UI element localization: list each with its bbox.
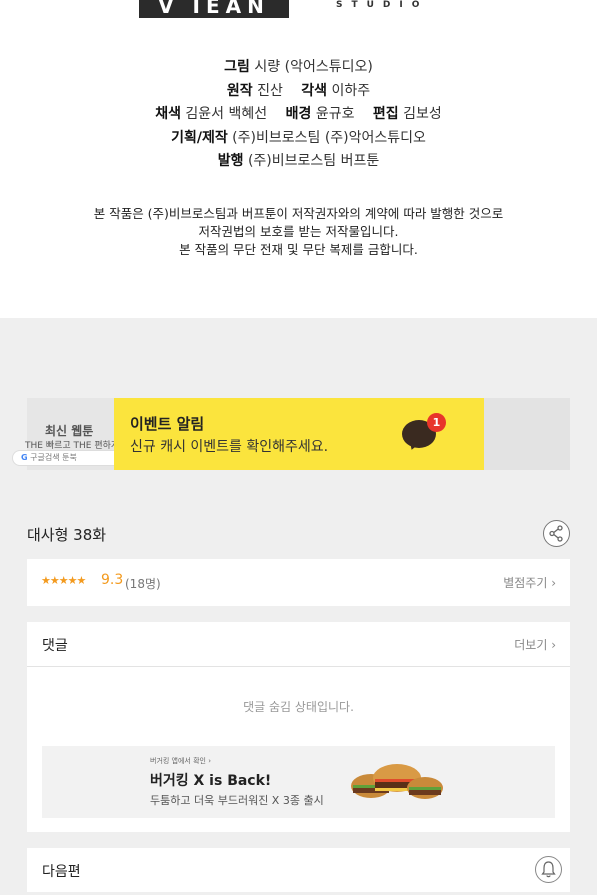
google-icon: G <box>21 453 28 462</box>
credits-section: V IEAN STUDIO 그림 시량 (악어스튜디오) 원작 진산 각색 이하… <box>0 0 597 318</box>
ad-description: 두툼하고 더욱 부드러워진 X 3종 출시 <box>150 794 324 807</box>
next-episode-title: 다음편 <box>42 864 81 880</box>
comment-hidden-message: 댓글 숨김 상태입니다. <box>243 700 354 714</box>
banner-webtoon-promo[interactable]: 최신 웹툰 THE 빠르고 THE 편하게 G 구글검색 툰북 <box>12 398 132 470</box>
rate-button[interactable]: 별점주기 › <box>503 574 556 591</box>
banner-left-title: 최신 웹툰 <box>45 424 94 438</box>
share-icon <box>549 525 563 542</box>
bell-icon <box>541 861 556 878</box>
credit-value: (주)비브로스팀 (주)악어스튜디오 <box>232 129 426 146</box>
logo-studio-text: STUDIO <box>336 0 429 10</box>
event-title: 이벤트 알림 <box>130 415 205 433</box>
credit-value: 시량 (악어스튜디오) <box>254 59 373 75</box>
credit-value: 윤규호 <box>315 106 355 122</box>
notify-button[interactable] <box>535 856 562 883</box>
burger-ad-banner[interactable]: 버거킹 앱에서 확인 › 버거킹 X is Back! 두툼하고 더욱 부드러워… <box>42 746 555 818</box>
credit-line: 채색 김윤서 백혜선 배경 윤규호 편집 김보성 <box>0 103 597 127</box>
comment-card: 댓글 더보기 › 댓글 숨김 상태입니다. 버거킹 앱에서 확인 › 버거킹 X… <box>27 622 570 832</box>
credit-label: 편집 <box>372 106 399 122</box>
event-banner[interactable]: 최신 웹툰 THE 빠르고 THE 편하게 G 구글검색 툰북 이벤트 알림 신… <box>12 398 570 470</box>
comment-more-link[interactable]: 더보기 › <box>514 636 556 653</box>
credit-label: 각색 <box>301 82 328 99</box>
episode-title: 대사형 38화 <box>27 526 107 544</box>
rating-count: (18명) <box>125 577 161 591</box>
studio-logo: V IEAN <box>139 0 289 18</box>
notice-line: 본 작품은 (주)비브로스팀과 버프툰이 저작권자와의 계약에 따라 발행한 것… <box>93 206 504 221</box>
rating-card: ★★★★★ 9.3 (18명) 별점주기 › <box>27 559 570 606</box>
credit-label: 채색 <box>155 106 181 122</box>
rating-score: 9.3 <box>101 572 124 588</box>
credit-lines: 그림 시량 (악어스튜디오) 원작 진산 각색 이하주 채색 김윤서 백혜선 배… <box>0 56 597 174</box>
credit-value: 김보성 <box>403 106 442 122</box>
credit-value: 진산 <box>257 82 283 99</box>
credit-label: 원작 <box>226 82 253 99</box>
burger-icon <box>351 764 443 799</box>
event-notice-panel[interactable]: 이벤트 알림 신규 캐시 이벤트를 확인해주세요. 1 <box>114 398 484 470</box>
copyright-notice: 본 작품은 (주)비브로스팀과 버프툰이 저작권자와의 계약에 따라 발행한 것… <box>0 205 597 259</box>
credit-line: 그림 시량 (악어스튜디오) <box>0 56 597 80</box>
credit-label: 발행 <box>217 153 244 169</box>
notification-badge: 1 <box>427 413 446 432</box>
ad-title: 버거킹 X is Back! <box>150 773 272 789</box>
banner-pill-text: 구글검색 툰북 <box>30 453 77 462</box>
notice-line: 본 작품의 무단 전재 및 무단 복제를 금합니다. <box>179 242 418 257</box>
credit-label: 배경 <box>285 106 312 122</box>
event-subtitle: 신규 캐시 이벤트를 확인해주세요. <box>130 439 329 455</box>
credit-line: 기획/제작 (주)비브로스팀 (주)악어스튜디오 <box>0 127 597 151</box>
logo-mark: V IEAN <box>158 0 270 18</box>
credit-value: 이하주 <box>331 82 371 99</box>
share-button[interactable] <box>543 520 570 547</box>
rating-stars: ★★★★★ <box>41 574 86 587</box>
next-episode-card[interactable]: 다음편 <box>27 848 570 892</box>
credit-label: 기획/제작 <box>171 129 228 146</box>
credit-value: 김윤서 백혜선 <box>185 106 268 122</box>
credit-value: (주)비브로스팀 버프툰 <box>247 153 380 169</box>
ad-small-text: 버거킹 앱에서 확인 › <box>150 757 211 765</box>
notice-line: 저작권법의 보호를 받는 저작물입니다. <box>198 224 399 239</box>
comment-title: 댓글 <box>42 638 68 654</box>
comment-header: 댓글 더보기 › <box>27 622 570 667</box>
credit-label: 그림 <box>224 59 250 75</box>
credit-line: 발행 (주)비브로스팀 버프툰 <box>0 150 597 174</box>
credit-line: 원작 진산 각색 이하주 <box>0 80 597 104</box>
